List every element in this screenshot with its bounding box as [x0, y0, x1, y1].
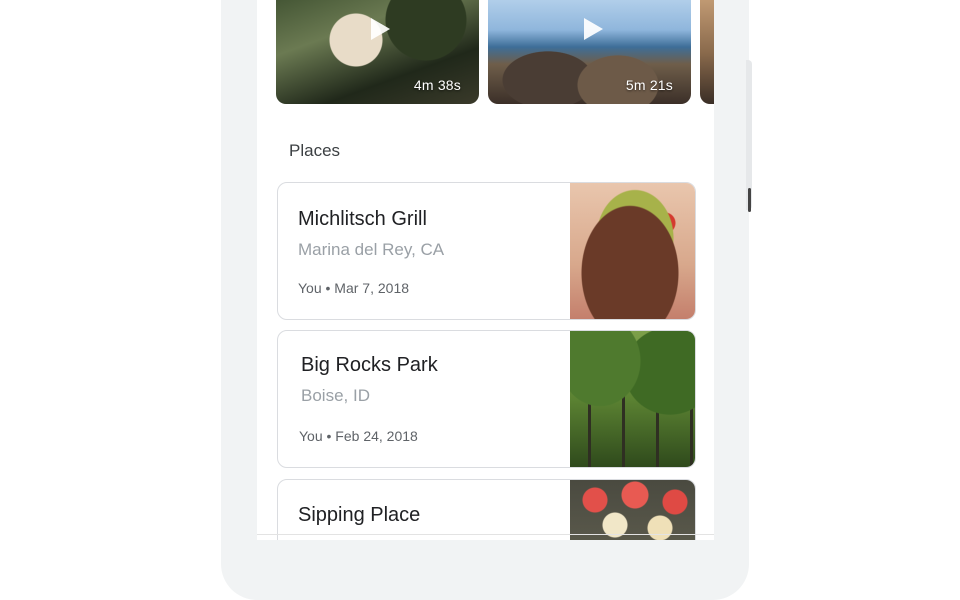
- place-name: Big Rocks Park: [301, 354, 438, 376]
- video-thumbnail-partial[interactable]: [700, 0, 714, 104]
- bottom-divider: [257, 534, 714, 535]
- place-meta: You • Feb 24, 2018: [299, 428, 418, 444]
- place-location: Boise, ID: [301, 386, 370, 405]
- video-thumbnail[interactable]: 5m 21s: [488, 0, 691, 104]
- place-name: Sipping Place: [298, 504, 421, 526]
- place-meta: You • Mar 7, 2018: [298, 280, 410, 296]
- phone-screen: 4m 38s 5m 21s Places Michlitsch Grill Ma…: [257, 0, 714, 540]
- play-icon: [584, 18, 603, 40]
- place-card[interactable]: Sipping Place: [277, 479, 696, 540]
- video-thumbnail[interactable]: 4m 38s: [276, 0, 479, 104]
- video-duration: 5m 21s: [625, 77, 673, 93]
- phone-side-button: [746, 60, 752, 212]
- place-photo: [570, 480, 695, 540]
- place-card[interactable]: Michlitsch Grill Marina del Rey, CA You …: [277, 182, 696, 320]
- place-name: Michlitsch Grill: [298, 208, 427, 230]
- place-location: Marina del Rey, CA: [298, 240, 445, 259]
- power-button: [748, 188, 751, 212]
- play-icon: [371, 18, 390, 40]
- place-photo: [570, 183, 695, 319]
- video-duration: 4m 38s: [413, 77, 461, 93]
- place-photo: [570, 331, 695, 467]
- place-card[interactable]: Big Rocks Park Boise, ID You • Feb 24, 2…: [277, 330, 696, 468]
- section-title-places: Places: [289, 141, 341, 160]
